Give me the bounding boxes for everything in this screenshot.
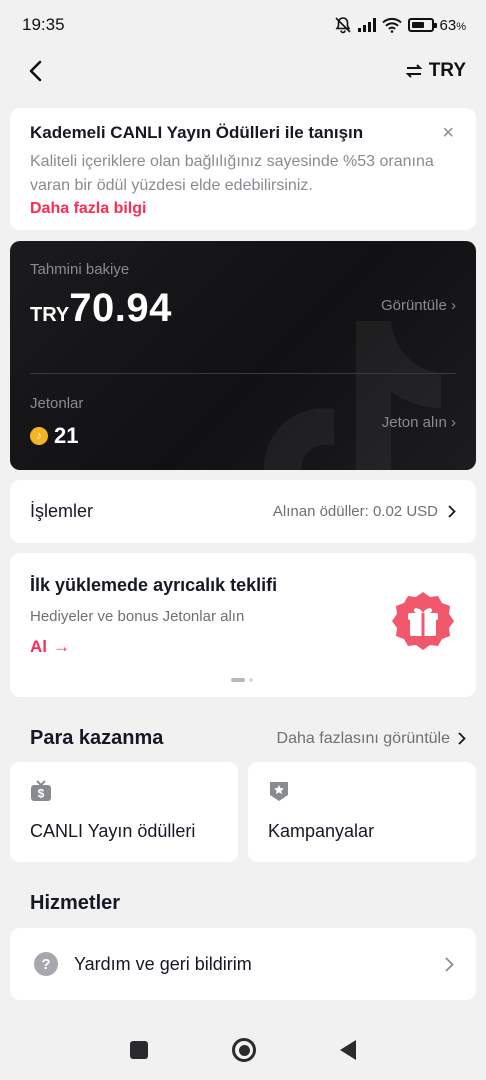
home-button[interactable] [232,1038,256,1062]
close-icon[interactable]: × [442,122,454,145]
recent-apps-button[interactable] [130,1041,148,1059]
swap-icon [405,64,423,78]
view-balance-label: Görüntüle [380,297,447,314]
divider [30,373,456,374]
wifi-icon [381,17,402,33]
chevron-right-icon [458,732,466,745]
transactions-title: İşlemler [30,501,94,521]
currency-label: TRY [428,60,466,81]
live-rewards-label: CANLI Yayın ödülleri [30,821,196,841]
status-time: 19:35 [22,15,65,34]
monetization-title: Para kazanma [30,727,164,749]
transactions-row[interactable]: İşlemler Alınan ödüller: 0.02 USD [10,480,476,543]
estimated-balance-label: Tahmini bakiye [30,261,130,278]
back-button[interactable] [20,56,50,86]
system-back-button[interactable] [340,1040,356,1060]
promo-title: Kademeli CANLI Yayın Ödülleri ile tanışı… [30,123,364,142]
svg-text:$: $ [38,787,45,801]
chevron-right-icon: › [451,414,456,431]
campaigns-icon [270,782,288,801]
balance-value: 70.94 [69,286,172,330]
help-feedback-row[interactable]: ? Yardım ve geri bildirim [10,928,476,1000]
campaigns-tile[interactable]: Kampanyalar [248,762,476,862]
currency-switch-button[interactable]: TRY [405,60,466,82]
top-bar: TRY [0,50,486,92]
coin-icon: ♪ [30,427,48,445]
status-icons: 63% [334,16,466,34]
get-offer-label: Al [30,637,47,656]
buy-coins-label: Jeton alın [381,414,447,431]
tiktok-logo-icon [264,321,441,470]
transactions-summary: Alınan ödüller: 0.02 USD [273,503,456,520]
chevron-right-icon: › [451,297,456,314]
carousel-indicator [231,678,253,682]
chevron-right-icon [448,505,456,518]
status-bar: 19:35 63% [0,0,486,50]
mute-icon [334,17,351,34]
arrow-right-icon: → [53,637,70,656]
balance-currency: TRY [30,304,70,326]
balance-card: Tahmini bakiye TRY 70.94 Görüntüle › Jet… [10,241,476,470]
see-more-link[interactable]: Daha fazlasını görüntüle [277,730,466,748]
learn-more-link[interactable]: Daha fazla bilgi [30,200,456,218]
coins-value: ♪ 21 [30,423,78,449]
promo-text: Kaliteli içeriklere olan bağlılığınız sa… [30,153,434,195]
system-nav-bar [0,1020,486,1080]
gift-icon [392,592,454,650]
first-recharge-offer-card[interactable]: İlk yüklemede ayrıcalık teklifi Hediyele… [10,553,476,697]
battery-level: 63% [439,16,466,34]
view-balance-link[interactable]: Görüntüle › [381,297,456,314]
coins-count: 21 [54,423,79,448]
signal-icon [357,18,376,32]
carousel-dot-active [231,678,245,682]
chevron-left-icon [29,60,42,82]
battery-icon [407,18,437,32]
buy-coins-link[interactable]: Jeton alın › [382,414,456,431]
live-rewards-tile[interactable]: $ CANLI Yayın ödülleri [10,762,238,862]
help-icon: ? [34,952,58,976]
help-feedback-label: Yardım ve geri bildirim [74,953,252,974]
coins-label: Jetonlar [30,395,84,412]
services-header: Hizmetler [30,892,466,915]
rewards-received: Alınan ödüller: 0.02 USD [272,503,438,520]
live-rewards-icon: $ [31,780,51,801]
campaigns-label: Kampanyalar [268,821,375,841]
monetization-header: Para kazanma Daha fazlasını görüntüle [30,727,466,750]
promo-card: Kademeli CANLI Yayın Ödülleri ile tanışı… [10,108,476,230]
carousel-dot [249,678,253,682]
help-feedback-left: ? Yardım ve geri bildirim [34,952,252,976]
services-title: Hizmetler [30,892,121,914]
see-more-label: Daha fazlasını görüntüle [276,729,450,747]
chevron-right-icon [445,956,454,972]
